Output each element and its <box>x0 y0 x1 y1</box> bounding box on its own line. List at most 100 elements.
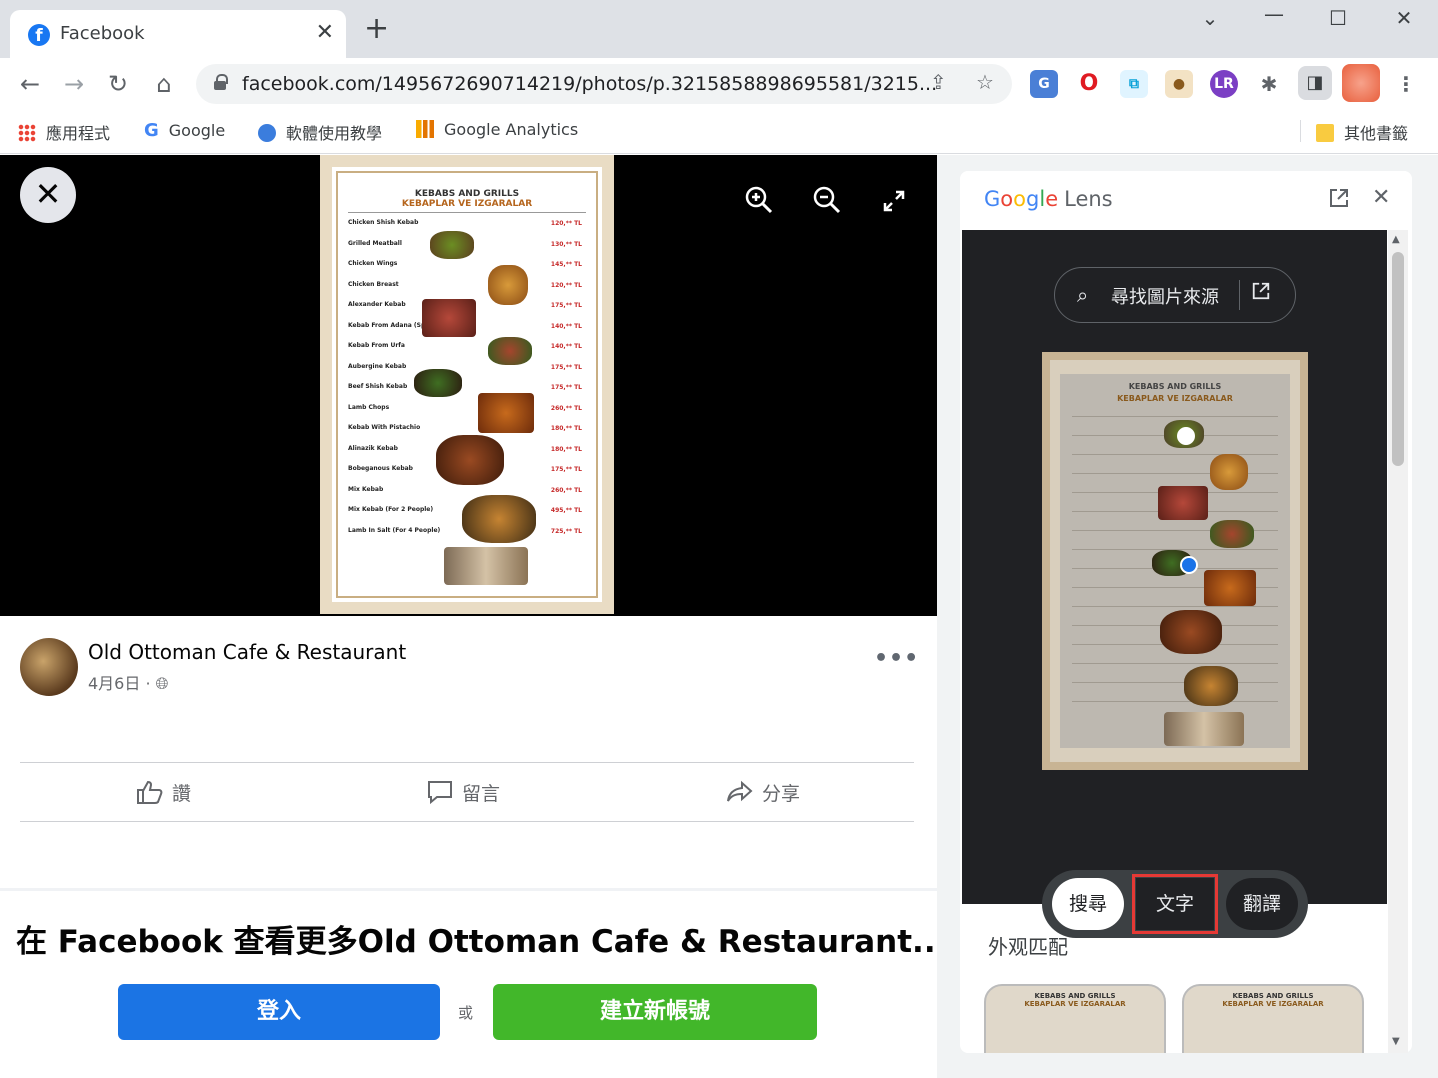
close-window-button[interactable]: ✕ <box>1384 6 1424 30</box>
share-arrow-icon <box>727 780 753 802</box>
menu-item-price: 175,** TL <box>550 466 582 473</box>
search-mode-button[interactable]: 搜尋 <box>1052 878 1124 930</box>
google-lens-panel: Google Lens ✕ ⌕ 尋找圖片來源 KEBABS AND GRILLS … <box>960 171 1412 1053</box>
object-dot[interactable] <box>1177 427 1195 445</box>
open-new-tab-icon[interactable] <box>1328 187 1350 215</box>
login-button[interactable]: 登入 <box>118 984 440 1040</box>
more-options-button[interactable]: ••• <box>874 646 919 671</box>
food-image <box>1158 486 1208 520</box>
analytics-icon <box>416 120 434 138</box>
scroll-thumb[interactable] <box>1392 252 1404 466</box>
lock-icon[interactable] <box>214 74 228 90</box>
lr-extension-icon[interactable]: LR <box>1210 70 1238 98</box>
menu-item-name: Bobeganous Kebab <box>348 465 413 472</box>
scroll-up-arrow-icon[interactable]: ▲ <box>1392 234 1400 245</box>
food-image <box>430 231 474 259</box>
text-mode-button[interactable]: 文字 <box>1132 874 1218 934</box>
extensions-puzzle-icon[interactable]: ✱ <box>1255 70 1283 98</box>
home-icon[interactable]: ⌂ <box>148 68 180 100</box>
zoom-in-icon[interactable] <box>744 185 774 222</box>
tab-close-icon[interactable]: ✕ <box>316 20 334 45</box>
like-label: 讚 <box>172 783 192 805</box>
url-text[interactable]: facebook.com/1495672690714219/photos/p.3… <box>242 73 937 95</box>
opera-extension-icon[interactable]: O <box>1075 70 1103 98</box>
lens-image-preview[interactable]: KEBABS AND GRILLS KEBAPLAR VE IZGARALAR <box>1042 352 1308 770</box>
post-date[interactable]: 4月6日 · <box>88 674 156 693</box>
post-actions: 讚 留言 分享 <box>20 762 914 822</box>
logo-letter: o <box>1000 187 1014 211</box>
food-image <box>462 495 536 543</box>
bookmark-google[interactable]: G Google <box>144 120 225 141</box>
lens-image-area: ⌕ 尋找圖片來源 KEBABS AND GRILLS KEBAPLAR VE I… <box>962 230 1387 938</box>
thumbs-up-icon <box>137 780 163 804</box>
menu-item-price: 260,** TL <box>550 404 582 412</box>
apps-grid-icon <box>18 124 36 142</box>
thumb-subtitle: KEBAPLAR VE IZGARALAR <box>1222 1000 1324 1008</box>
share-page-icon[interactable]: ⇪ <box>930 70 947 94</box>
page-avatar[interactable] <box>20 638 78 696</box>
browser-tab[interactable]: f Facebook ✕ <box>10 10 346 58</box>
menu-item: Kebab From Urfa 140,** TL <box>348 342 586 363</box>
bookmark-analytics[interactable]: Google Analytics <box>416 120 578 139</box>
profile-avatar[interactable] <box>1342 64 1380 102</box>
lens-scrollbar[interactable]: ▲ ▼ <box>1388 230 1408 1053</box>
close-viewer-icon[interactable]: ✕ <box>20 167 76 223</box>
back-icon[interactable]: ← <box>14 68 46 100</box>
translate-extension-icon[interactable]: G <box>1030 70 1058 98</box>
menu-items: Chicken Shish Kebab 120,** TL Grilled Meat… <box>348 219 586 547</box>
food-image <box>436 435 504 485</box>
bookmark-label: 應用程式 <box>46 124 111 143</box>
menu-item-price: 175,** TL <box>550 302 582 309</box>
chrome-menu-icon[interactable]: ⋮ <box>1392 70 1420 98</box>
zoom-out-icon[interactable] <box>812 185 842 222</box>
maximize-button[interactable]: ☐ <box>1318 6 1358 30</box>
find-source-label: 尋找圖片來源 <box>1111 287 1219 308</box>
forward-icon[interactable]: → <box>58 68 90 100</box>
menu-photo[interactable]: KEBABS AND GRILLS KEBAPLAR VE IZGARALAR … <box>320 155 614 614</box>
thumb-title: KEBABS AND GRILLS <box>1034 992 1116 1000</box>
bookmark-apps[interactable]: 應用程式 <box>18 120 110 144</box>
facebook-favicon-icon: f <box>28 24 50 46</box>
folder-icon <box>1316 124 1334 142</box>
fullscreen-icon[interactable] <box>882 189 906 220</box>
bookmark-star-icon[interactable]: ☆ <box>976 70 994 94</box>
menu-item-name: Beef Shish Kebab <box>348 383 408 390</box>
close-panel-icon[interactable]: ✕ <box>1372 185 1390 210</box>
translate-mode-button[interactable]: 翻譯 <box>1226 878 1298 930</box>
create-account-button[interactable]: 建立新帳號 <box>493 984 817 1040</box>
menu-item: Aubergine Kebab 175,** TL <box>348 363 586 384</box>
address-bar[interactable]: facebook.com/1495672690714219/photos/p.3… <box>196 64 1012 104</box>
new-tab-button[interactable]: + <box>364 14 389 44</box>
bookmark-other[interactable]: 其他書籤 <box>1316 120 1408 144</box>
menu-item-name: Chicken Wings <box>348 260 398 267</box>
menu-title: KEBABS AND GRILLS <box>414 189 520 199</box>
menu-item-price: 140,** TL <box>550 343 582 350</box>
find-image-source-button[interactable]: ⌕ 尋找圖片來源 <box>1054 267 1296 323</box>
reload-icon[interactable]: ↻ <box>102 68 134 100</box>
menu-item: Chicken Breast 120,** TL <box>348 281 586 302</box>
lens-menu-line <box>1072 663 1278 664</box>
screenshot-extension-icon[interactable]: ⧉ <box>1120 70 1148 98</box>
tab-strip: f Facebook ✕ + ⌄ — ☐ ✕ <box>0 0 1438 58</box>
menu-item-name: Mix Kebab (For 2 People) <box>348 506 434 513</box>
page-name-link[interactable]: Old Ottoman Cafe & Restaurant <box>88 640 406 664</box>
share-button[interactable]: 分享 <box>726 779 800 806</box>
selected-object-dot[interactable] <box>1180 556 1198 574</box>
lens-search-icon: ⌕ <box>1077 283 1089 307</box>
scroll-down-arrow-icon[interactable]: ▼ <box>1392 1036 1400 1047</box>
cookie-extension-icon[interactable]: ● <box>1165 70 1193 98</box>
menu-item-price: 130,** TL <box>550 240 582 248</box>
side-panel-icon[interactable]: ◨ <box>1298 66 1332 100</box>
menu-subtitle: KEBAPLAR VE IZGARALAR <box>348 199 586 213</box>
bookmark-software[interactable]: 軟體使用教學 <box>258 120 382 144</box>
minimize-button[interactable]: — <box>1254 2 1294 26</box>
visual-match-result[interactable]: KEBABS AND GRILLS KEBAPLAR VE IZGARALAR <box>1182 984 1364 1053</box>
comment-button[interactable]: 留言 <box>426 779 500 806</box>
tab-search-icon[interactable]: ⌄ <box>1190 6 1230 30</box>
section-divider <box>0 888 937 891</box>
like-button[interactable]: 讚 <box>136 779 191 806</box>
logo-letter: g <box>1026 187 1040 211</box>
food-image <box>1204 570 1256 606</box>
visual-match-result[interactable]: KEBABS AND GRILLS KEBAPLAR VE IZGARALAR <box>984 984 1166 1053</box>
comment-bubble-icon <box>428 781 452 805</box>
